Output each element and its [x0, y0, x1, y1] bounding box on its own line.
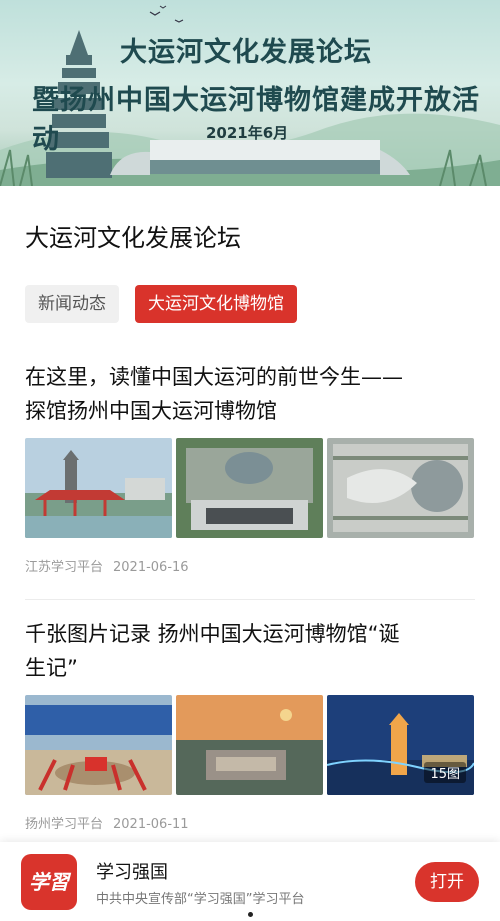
article-thumbnails: 15图 — [25, 695, 475, 795]
tab-canal-museum[interactable]: 大运河文化博物馆 — [135, 285, 297, 323]
article-card[interactable]: 在这里，读懂中国大运河的前世今生—— 探馆扬州中国大运河博物馆 江苏学习平台 2… — [25, 360, 475, 575]
thumbnail-museum-aerial[interactable] — [176, 438, 323, 538]
banner-title-line1: 大运河文化发展论坛 — [120, 37, 372, 68]
app-logo: 学習 — [21, 854, 77, 910]
app-download-bar: 学習 学习强国 中共中央宣传部“学习强国”学习平台 打开 — [0, 842, 500, 921]
app-name: 学习强国 — [96, 862, 168, 883]
article-date: 2021-06-16 — [113, 560, 189, 575]
thumbnail-construction-sunset[interactable] — [176, 695, 323, 795]
article-date: 2021-06-11 — [113, 817, 189, 832]
app-description: 中共中央宣传部“学习强国”学习平台 — [96, 892, 305, 907]
thumbnail-pagoda-night[interactable]: 15图 — [327, 695, 474, 795]
page-title: 大运河文化发展论坛 — [25, 224, 241, 252]
header-banner: 大运河文化发展论坛 暨扬州中国大运河博物馆建成开放活动 2021年6月 — [0, 0, 500, 186]
thumbnail-courtyard-topview[interactable] — [327, 438, 474, 538]
banner-date: 2021年6月 — [206, 124, 289, 142]
divider — [25, 599, 475, 600]
banner-title-line2: 暨扬州中国大运河博物馆建成开放活动 — [32, 85, 480, 155]
article-title[interactable]: 千张图片记录 扬州中国大运河博物馆“诞 生记” — [25, 617, 475, 685]
open-app-button[interactable]: 打开 — [415, 862, 479, 902]
home-indicator — [248, 912, 253, 917]
thumbnail-groundbreaking-ceremony[interactable] — [25, 695, 172, 795]
article-meta: 扬州学习平台 2021-06-11 — [25, 813, 475, 832]
thumbnail-pagoda-bridge[interactable] — [25, 438, 172, 538]
category-tabs: 新闻动态 大运河文化博物馆 — [25, 285, 297, 323]
article-thumbnails — [25, 438, 475, 538]
article-source: 扬州学习平台 — [25, 817, 104, 832]
article-title[interactable]: 在这里，读懂中国大运河的前世今生—— 探馆扬州中国大运河博物馆 — [25, 360, 475, 428]
tab-news[interactable]: 新闻动态 — [25, 285, 119, 323]
article-card[interactable]: 千张图片记录 扬州中国大运河博物馆“诞 生记” 15图 扬州学习平台 2021-… — [25, 617, 475, 832]
article-source: 江苏学习平台 — [25, 560, 104, 575]
article-title-line: 探馆扬州中国大运河博物馆 — [25, 399, 277, 423]
article-meta: 江苏学习平台 2021-06-16 — [25, 556, 475, 575]
article-title-line: 在这里，读懂中国大运河的前世今生—— — [25, 365, 403, 389]
article-title-line: 千张图片记录 扬州中国大运河博物馆“诞 — [25, 622, 400, 646]
article-title-line: 生记” — [25, 656, 78, 680]
image-count-badge: 15图 — [424, 762, 466, 783]
